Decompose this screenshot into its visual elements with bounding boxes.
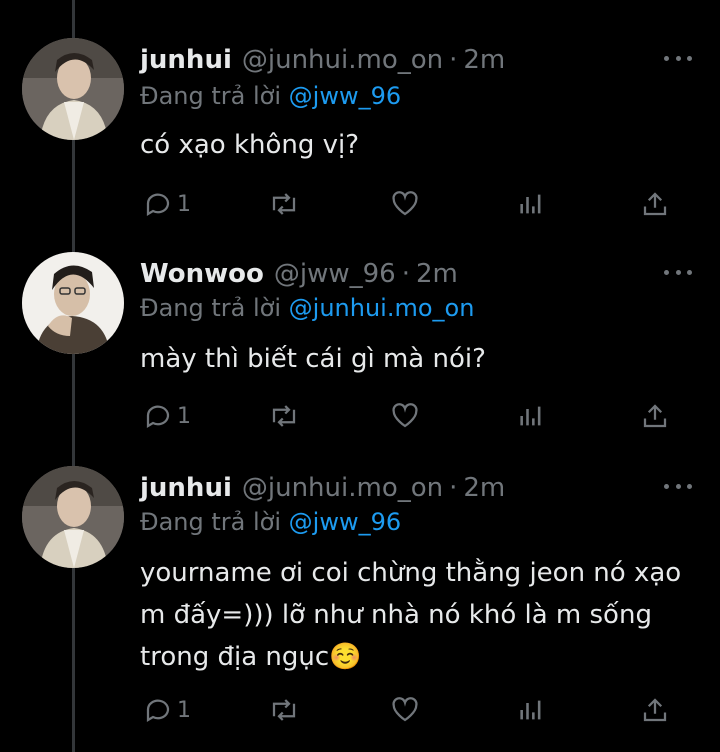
reply-button[interactable]: 1 xyxy=(143,398,191,434)
retweet-icon xyxy=(267,189,301,219)
replying-to: Đang trả lời @junhui.mo_on xyxy=(140,292,474,324)
reply-icon xyxy=(143,189,173,219)
avatar[interactable] xyxy=(22,38,124,140)
like-icon xyxy=(390,189,420,219)
author-handle[interactable]: @jww_96 xyxy=(274,256,396,292)
tweet-text: yourname ơi coi chừng thằng jeon nó xạo … xyxy=(140,552,700,678)
like-button[interactable] xyxy=(390,692,420,728)
share-button[interactable] xyxy=(640,692,670,728)
action-bar: 1 xyxy=(0,398,720,434)
separator: · xyxy=(401,259,410,289)
more-icon[interactable] xyxy=(664,476,692,496)
reply-count: 1 xyxy=(177,191,191,217)
tweet-text-line: m đấy=))) lỡ như nhà nó khó là m sống xyxy=(140,600,652,630)
reply-icon xyxy=(143,401,173,431)
analytics-icon xyxy=(517,189,545,219)
retweet-button[interactable] xyxy=(267,692,301,728)
author-name[interactable]: Wonwoo xyxy=(140,256,264,292)
tweet-text: mày thì biết cái gì mà nói? xyxy=(140,344,486,374)
analytics-button[interactable] xyxy=(517,692,545,728)
replying-prefix: Đang trả lời xyxy=(140,82,282,110)
reply-button[interactable]: 1 xyxy=(143,692,191,728)
author-name[interactable]: junhui xyxy=(140,470,232,506)
replying-prefix: Đang trả lời xyxy=(140,294,282,322)
timestamp[interactable]: 2m xyxy=(463,470,505,506)
timestamp[interactable]: 2m xyxy=(463,42,505,78)
avatar[interactable] xyxy=(22,466,124,568)
replying-prefix: Đang trả lời xyxy=(140,508,282,536)
like-button[interactable] xyxy=(390,186,420,222)
analytics-icon xyxy=(517,401,545,431)
retweet-icon xyxy=(267,401,301,431)
action-bar: 1 xyxy=(0,692,720,728)
author-name[interactable]: junhui xyxy=(140,42,232,78)
avatar[interactable] xyxy=(22,252,124,354)
reply-icon xyxy=(143,695,173,725)
analytics-icon xyxy=(517,695,545,725)
mention-link[interactable]: @junhui.mo_on xyxy=(289,294,475,322)
more-icon[interactable] xyxy=(664,262,692,282)
tweet-text-line: trong địa ngục☺️ xyxy=(140,642,362,672)
analytics-button[interactable] xyxy=(517,186,545,222)
share-icon xyxy=(640,695,670,725)
reply-count: 1 xyxy=(177,403,191,429)
tweet-text: có xạo không vị? xyxy=(140,130,360,160)
retweet-button[interactable] xyxy=(267,398,301,434)
share-button[interactable] xyxy=(640,186,670,222)
share-icon xyxy=(640,401,670,431)
like-icon xyxy=(390,695,420,725)
replying-to: Đang trả lời @jww_96 xyxy=(140,80,401,112)
mention-link[interactable]: @jww_96 xyxy=(289,508,401,536)
replying-to: Đang trả lời @jww_96 xyxy=(140,506,401,538)
action-bar: 1 xyxy=(0,186,720,222)
retweet-icon xyxy=(267,695,301,725)
reply-count: 1 xyxy=(177,697,191,723)
like-button[interactable] xyxy=(390,398,420,434)
author-handle[interactable]: @junhui.mo_on xyxy=(242,42,443,78)
more-icon[interactable] xyxy=(664,48,692,68)
tweet-text-line: yourname ơi coi chừng thằng jeon nó xạo xyxy=(140,558,682,588)
reply-button[interactable]: 1 xyxy=(143,186,191,222)
share-icon xyxy=(640,189,670,219)
timestamp[interactable]: 2m xyxy=(416,256,458,292)
author-handle[interactable]: @junhui.mo_on xyxy=(242,470,443,506)
separator: · xyxy=(449,45,458,75)
like-icon xyxy=(390,401,420,431)
retweet-button[interactable] xyxy=(267,186,301,222)
mention-link[interactable]: @jww_96 xyxy=(289,82,401,110)
share-button[interactable] xyxy=(640,398,670,434)
separator: · xyxy=(449,473,458,503)
analytics-button[interactable] xyxy=(517,398,545,434)
